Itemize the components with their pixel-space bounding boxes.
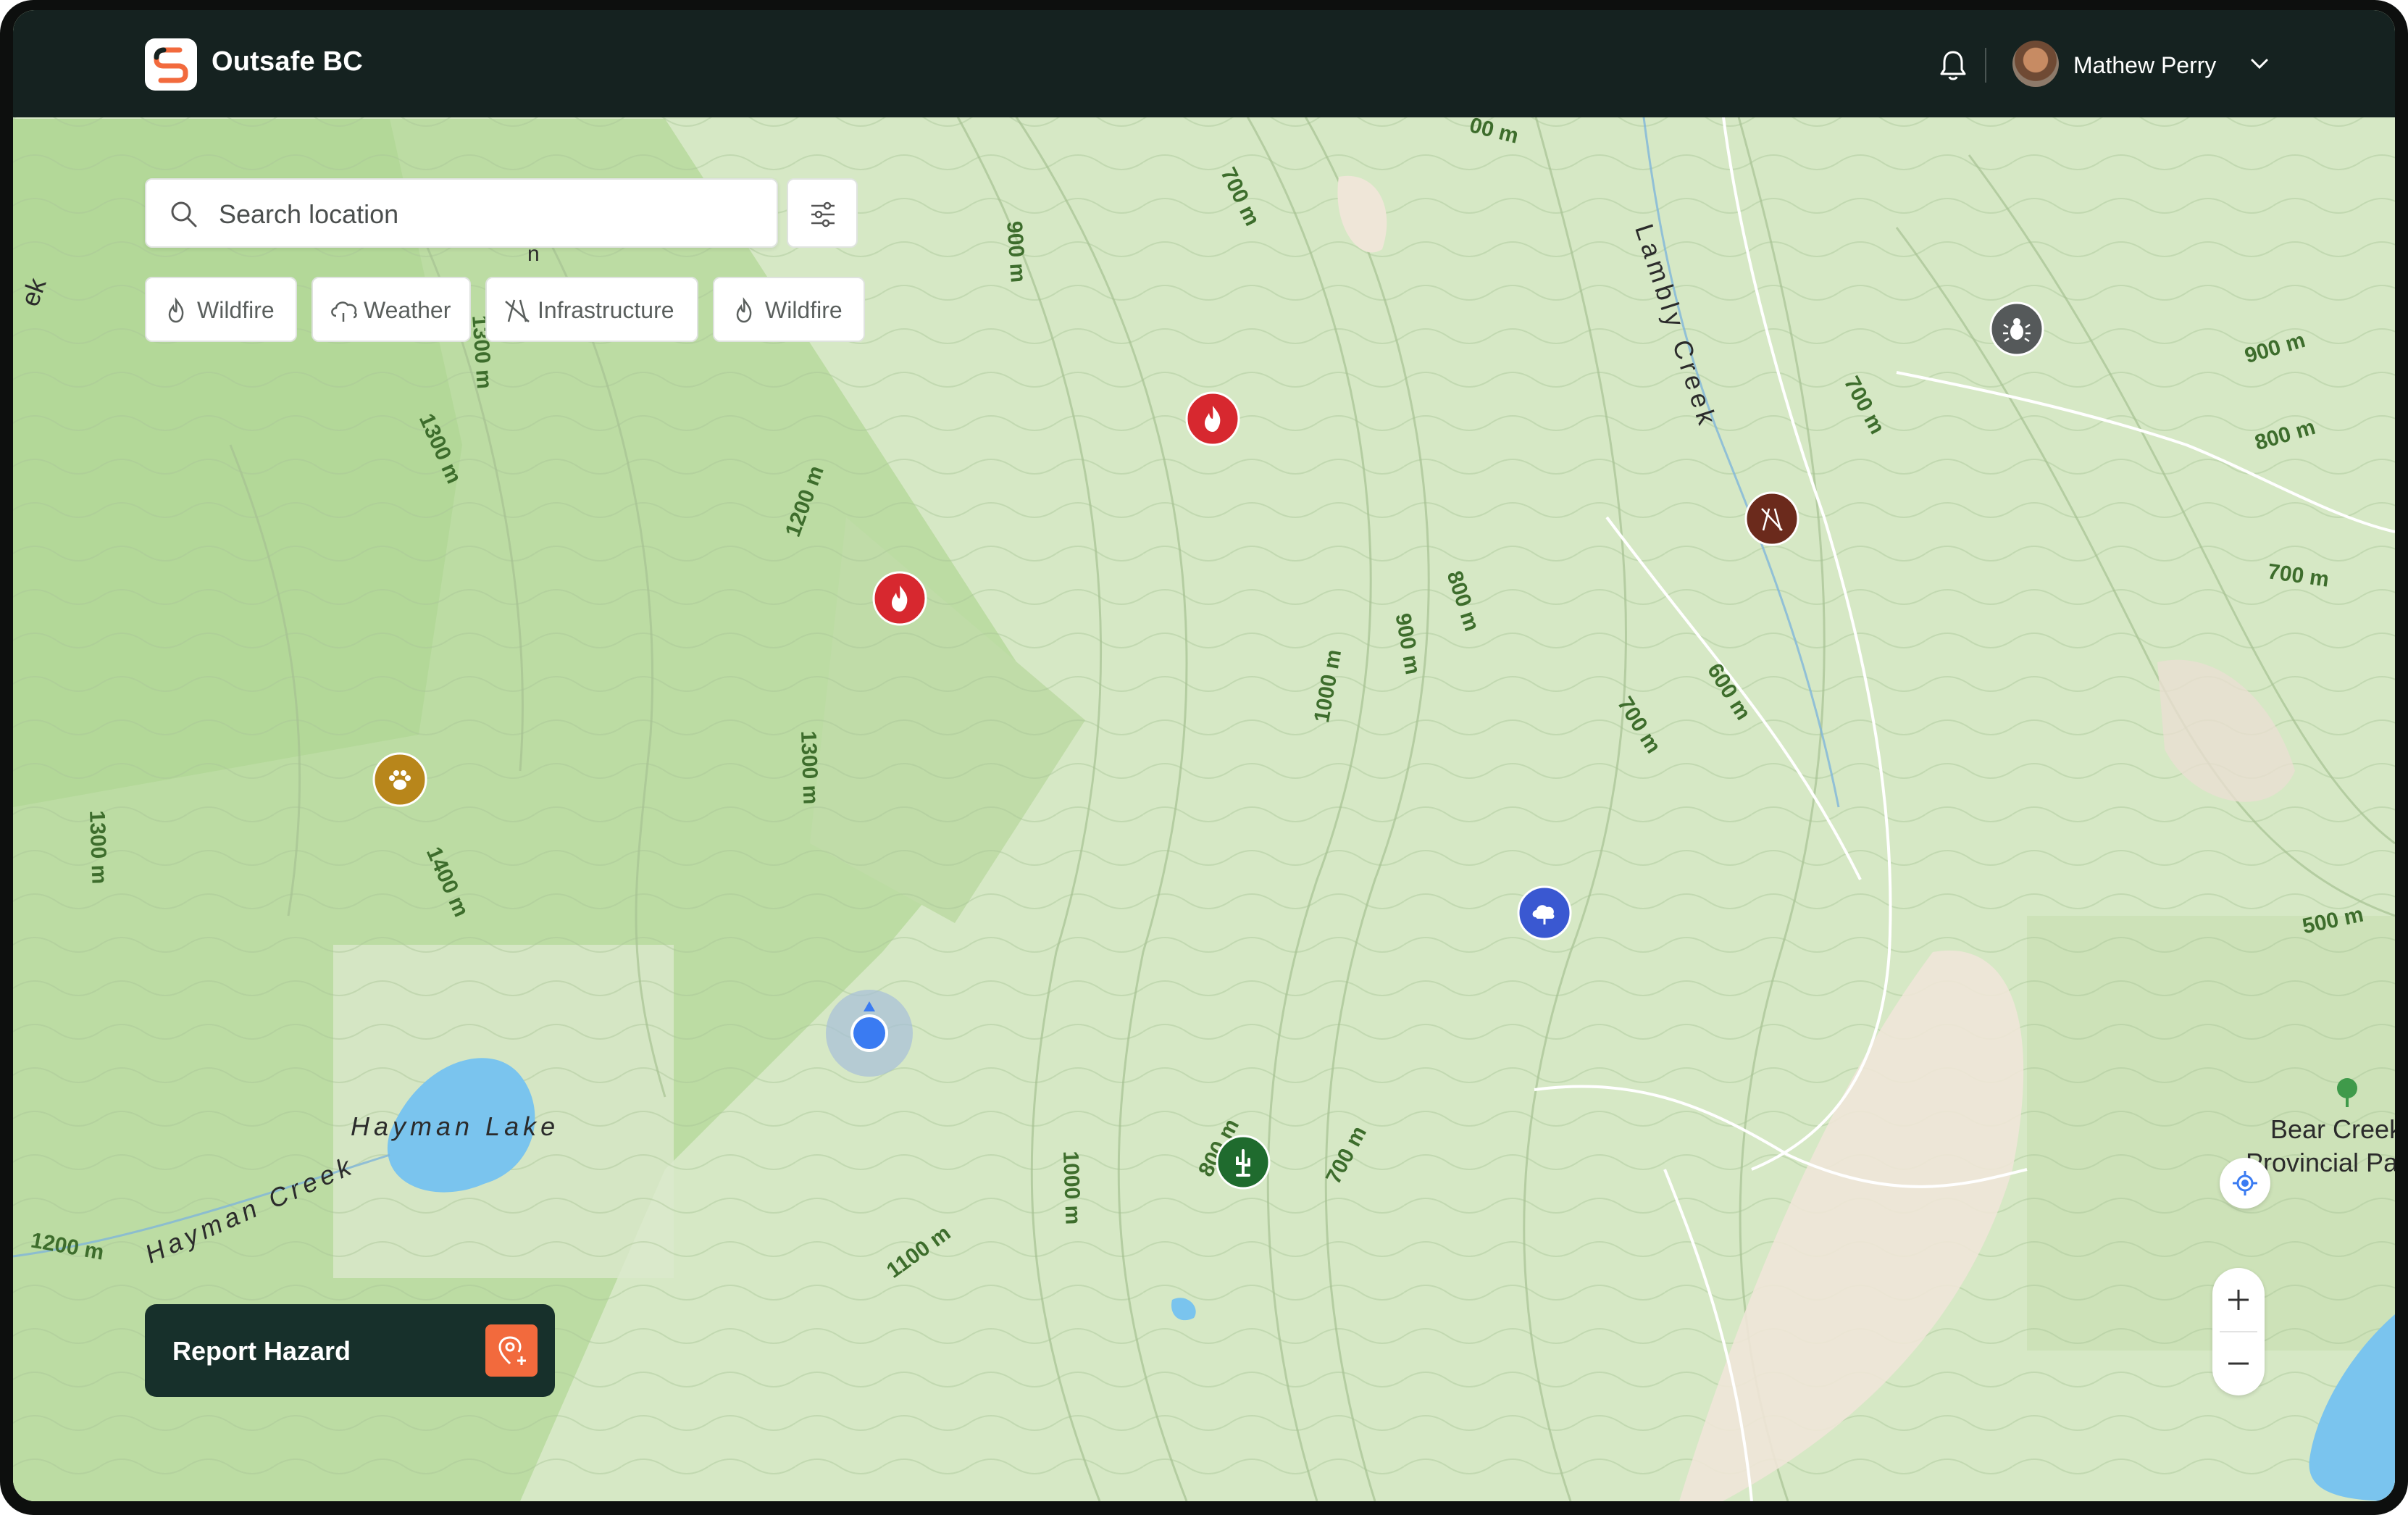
search-icon [171,201,197,228]
contour-label: 1000 m [1058,1151,1085,1225]
flame-icon [168,297,184,323]
plus-icon [2228,1290,2249,1310]
report-hazard-button[interactable]: Report Hazard [145,1304,555,1397]
search-input[interactable] [217,194,756,235]
insect-marker[interactable] [1989,301,2044,356]
logo-icon [154,47,188,83]
zoom-out-button[interactable] [2212,1332,2265,1395]
current-location-marker[interactable] [824,988,914,1078]
sliders-icon [811,201,835,228]
crosshair-icon [2233,1171,2257,1195]
brand-logo[interactable] [145,38,197,91]
search-bar[interactable] [145,178,778,248]
minus-icon [2228,1362,2249,1365]
broken-structure-icon [1744,491,1799,546]
contour-label: 1300 m [796,730,823,805]
notification-bell-icon[interactable] [1937,48,1969,83]
weather-marker[interactable] [1517,885,1572,940]
park-tree-icon [2337,1078,2357,1107]
cactus-icon [1216,1135,1271,1190]
hayman-lake-label: Hayman Lake [351,1111,560,1141]
chevron-down-icon[interactable] [2249,57,2270,71]
wildfire-marker[interactable] [1185,391,1240,446]
paw-icon [372,752,427,807]
vegetation-marker[interactable] [1216,1135,1271,1190]
device-frame: Hayman Lake Hayman Creek Lambly Creek Be… [0,0,2408,1515]
filter-chip-wildfire-2[interactable]: Wildfire [713,277,865,342]
filter-chip-infrastructure[interactable]: Infrastructure [485,277,698,342]
brand-name: Outsafe BC [212,46,363,77]
app-screen: Hayman Lake Hayman Creek Lambly Creek Be… [13,10,2395,1501]
current-location-icon [826,990,913,1077]
flame-icon [872,571,927,626]
user-avatar[interactable] [2012,41,2059,87]
zoom-controls [2212,1268,2265,1395]
contour-label: 1300 m [85,810,112,885]
filter-chip-weather[interactable]: Weather [312,277,471,342]
infrastructure-marker[interactable] [1744,491,1799,546]
report-hazard-label: Report Hazard [172,1336,351,1366]
flame-icon [1185,391,1240,446]
cloud-rain-icon [1517,885,1572,940]
bear-creek-label: Bear Creek [2270,1114,2395,1144]
cloud-rain-icon [331,301,357,322]
recenter-location-button[interactable] [2220,1158,2270,1209]
filter-chip-wildfire[interactable]: Wildfire [145,277,297,342]
wildlife-marker[interactable] [372,752,427,807]
flame-icon [736,297,752,323]
zoom-in-button[interactable] [2212,1268,2265,1332]
contour-label: 900 m [1002,220,1030,284]
filter-chip-label: Infrastructure [538,297,674,323]
user-name[interactable]: Mathew Perry [2073,52,2216,79]
bug-icon [1989,301,2044,356]
location-plus-icon [498,1336,526,1365]
filter-chip-label: Weather [364,297,451,323]
broken-structure-icon [505,299,530,322]
filter-chip-label: Wildfire [765,297,843,323]
top-navigation-bar: Outsafe BC Mathew Perry [13,10,2395,117]
filter-settings-button[interactable] [787,178,858,248]
report-hazard-icon-button[interactable] [485,1324,538,1377]
wildfire-marker[interactable] [872,571,927,626]
filter-chip-label: Wildfire [197,297,275,323]
header-divider [1985,48,1986,83]
